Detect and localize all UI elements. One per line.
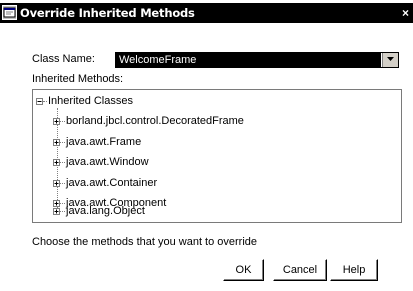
expand-icon[interactable] [53,139,60,146]
expand-icon[interactable] [53,118,60,125]
tree-connector [60,211,65,212]
ok-button[interactable]: OK [223,259,264,281]
app-window-icon[interactable] [2,5,17,20]
collapse-icon[interactable] [36,98,43,105]
help-button[interactable]: Help [330,259,378,281]
class-name-value: WelcomeFrame [116,53,381,67]
cancel-button[interactable]: Cancel [273,259,327,281]
class-name-label: Class Name: [32,53,95,65]
expand-icon[interactable] [53,200,60,207]
expand-icon[interactable] [53,159,60,166]
expand-icon[interactable] [53,208,60,215]
inherited-classes-tree[interactable]: Inherited Classes borland.jbcl.control.D… [32,89,402,223]
tree-connector [60,183,65,184]
hint-text: Choose the methods that you want to over… [32,236,258,248]
close-icon[interactable]: × [400,5,411,21]
tree-connector [43,101,47,102]
window-title: Override Inherited Methods [20,6,195,20]
class-name-dropdown[interactable]: WelcomeFrame [115,52,399,68]
tree-connector [60,142,65,143]
tree-item-label: java.awt.Window [66,156,149,168]
title-bar[interactable]: Override Inherited Methods × [0,3,413,23]
inherited-methods-label: Inherited Methods: [32,73,124,85]
chevron-down-icon[interactable] [382,53,398,67]
tree-item-label: java.lang.Object [66,205,145,217]
tree-item-label: java.awt.Container [66,177,158,189]
tree-connector [60,121,65,122]
tree-item-label: borland.jbcl.control.DecoratedFrame [66,115,244,127]
tree-connector [60,162,65,163]
tree-root-label: Inherited Classes [48,95,133,107]
tree-item-label: java.awt.Frame [66,136,142,148]
expand-icon[interactable] [53,180,60,187]
tree-connector [60,203,65,204]
